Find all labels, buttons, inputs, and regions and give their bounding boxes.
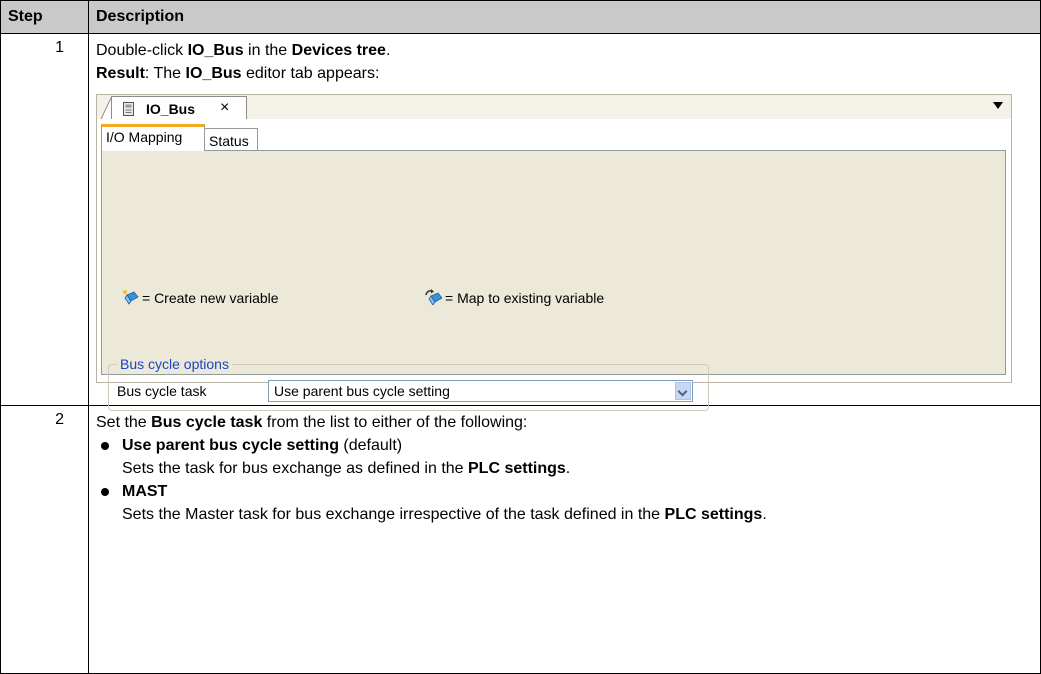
intro-line: Set the Bus cycle task from the list to … <box>96 414 528 431</box>
steps-table: Step Description 1 Double-click IO_Bus i… <box>0 0 1041 674</box>
option-list: Use parent bus cycle setting (default) S… <box>96 434 1040 526</box>
step-description: Double-click IO_Bus in the Devices tree.… <box>88 33 1041 411</box>
legend-create-label: = Create new variable <box>142 290 279 306</box>
bullet-icon <box>101 442 109 450</box>
bullet-icon <box>101 488 109 496</box>
tab-io-mapping[interactable]: I/O Mapping <box>101 124 205 151</box>
bus-cycle-options-group: Bus cycle options Bus cycle task Use par… <box>108 356 709 411</box>
list-item: Use parent bus cycle setting (default) S… <box>96 434 1040 480</box>
device-icon <box>123 102 134 116</box>
bus-cycle-task-label: Bus cycle task <box>117 383 207 399</box>
step-description: Set the Bus cycle task from the list to … <box>88 405 1041 674</box>
header-step: Step <box>0 0 89 34</box>
io-mapping-panel <box>101 150 1006 375</box>
dropdown-arrow-icon[interactable] <box>993 102 1003 109</box>
table-row: 1 Double-click IO_Bus in the Devices tre… <box>0 33 1041 411</box>
table-header-row: Step Description <box>0 0 1041 34</box>
document-tab-label: IO_Bus <box>146 101 196 117</box>
create-variable-icon <box>123 290 139 305</box>
list-item: MAST Sets the Master task for bus exchan… <box>96 480 1040 526</box>
header-description: Description <box>88 0 1041 34</box>
bus-cycle-task-value: Use parent bus cycle setting <box>274 383 450 399</box>
bus-cycle-task-select[interactable]: Use parent bus cycle setting <box>268 380 693 402</box>
step-number: 2 <box>0 405 89 674</box>
close-icon[interactable]: × <box>220 99 229 117</box>
tab-status[interactable]: Status <box>204 128 258 151</box>
document-tab-io-bus[interactable]: IO_Bus × <box>111 96 247 121</box>
result-line: Result: The IO_Bus editor tab appears: <box>96 65 380 82</box>
table-row: 2 Set the Bus cycle task from the list t… <box>0 405 1041 674</box>
instruction-line: Double-click IO_Bus in the Devices tree. <box>96 42 391 59</box>
map-variable-icon <box>425 289 442 305</box>
step-number: 1 <box>0 33 89 406</box>
editor-area: I/O Mapping Status <box>96 119 1012 383</box>
editor-screenshot: IO_Bus × I/O Mapping Status = Create new… <box>96 94 1012 411</box>
document-tab-bar: IO_Bus × <box>96 94 1012 121</box>
chevron-down-icon[interactable] <box>675 382 691 400</box>
group-title: Bus cycle options <box>117 356 232 372</box>
legend-map-label: = Map to existing variable <box>445 290 605 306</box>
